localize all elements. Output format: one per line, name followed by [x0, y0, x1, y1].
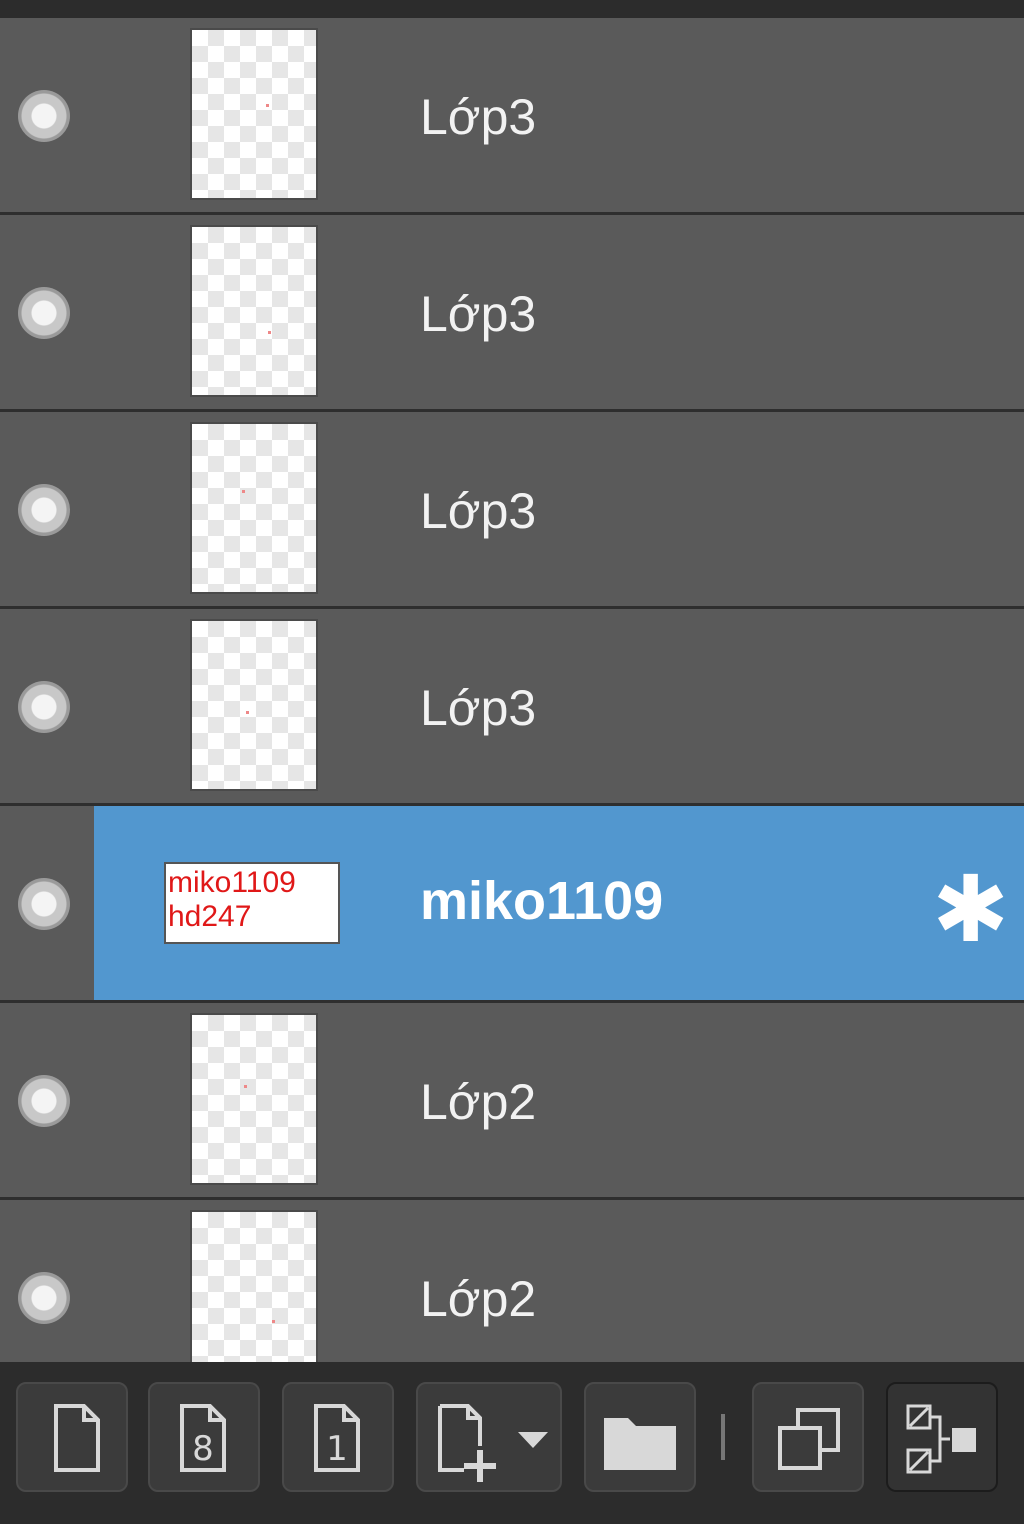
layer-name: Lớp2: [420, 1271, 537, 1327]
visibility-toggle-icon[interactable]: [18, 681, 70, 733]
new-8bit-layer-button[interactable]: 8: [148, 1382, 260, 1492]
merge-down-button[interactable]: [886, 1382, 998, 1492]
text-layer-thumbnail: miko1109 hd247: [164, 862, 340, 944]
layer-name: Lớp3: [420, 483, 537, 539]
layer-thumbnail: [190, 1210, 318, 1382]
visibility-toggle-icon[interactable]: [18, 484, 70, 536]
page-8-label: 8: [192, 1429, 214, 1469]
visibility-toggle-icon[interactable]: [18, 878, 70, 930]
layer-name: Lớp2: [420, 1074, 537, 1130]
new-folder-button[interactable]: [584, 1382, 696, 1492]
thumbnail-text-line: miko1109: [168, 866, 296, 899]
layer-row[interactable]: Lớp2: [0, 1003, 1024, 1200]
layer-row[interactable]: Lớp3: [0, 215, 1024, 412]
visibility-toggle-icon[interactable]: [18, 287, 70, 339]
page-1-icon: 1: [314, 1404, 360, 1472]
layer-thumbnail: [190, 28, 318, 200]
folder-icon: [604, 1418, 676, 1470]
layer-row[interactable]: Lớp3: [0, 18, 1024, 215]
toolbar-divider: [721, 1414, 725, 1460]
duplicate-icon: [778, 1408, 840, 1470]
gear-icon[interactable]: ✱: [932, 864, 1009, 956]
layer-row-selected[interactable]: miko1109 hd247 miko1109 ✱: [0, 806, 1024, 1003]
layer-thumbnail: [190, 225, 318, 397]
duplicate-layer-button[interactable]: [752, 1382, 864, 1492]
layer-row[interactable]: Lớp3: [0, 609, 1024, 806]
layer-thumbnail: [190, 1013, 318, 1185]
merge-icon: [906, 1404, 976, 1474]
new-raster-layer-button[interactable]: [16, 1382, 128, 1492]
panel-top-bar: [0, 0, 1024, 18]
layer-row[interactable]: Lớp3: [0, 412, 1024, 609]
add-layer-dropdown-button[interactable]: [416, 1382, 562, 1492]
layer-thumbnail: [190, 619, 318, 791]
page-8-icon: 8: [180, 1404, 226, 1472]
thumbnail-text-line: hd247: [168, 900, 252, 933]
visibility-toggle-icon[interactable]: [18, 90, 70, 142]
layer-name: Lớp3: [420, 286, 537, 342]
layer-name: Lớp3: [420, 89, 537, 145]
layer-name: miko1109: [420, 871, 664, 931]
page-plus-icon: [438, 1404, 548, 1482]
page-1-label: 1: [326, 1429, 348, 1469]
new-1bit-layer-button[interactable]: 1: [282, 1382, 394, 1492]
layer-list: Lớp3 Lớp3 Lớp3 Lớp3 miko1109 hd247 miko1…: [0, 18, 1024, 1397]
page-icon: [54, 1404, 100, 1472]
layer-name: Lớp3: [420, 680, 537, 736]
visibility-toggle-icon[interactable]: [18, 1075, 70, 1127]
layer-toolbar: 8 1: [0, 1362, 1024, 1524]
layer-thumbnail: [190, 422, 318, 594]
chevron-down-icon: [518, 1432, 548, 1448]
visibility-toggle-icon[interactable]: [18, 1272, 70, 1324]
